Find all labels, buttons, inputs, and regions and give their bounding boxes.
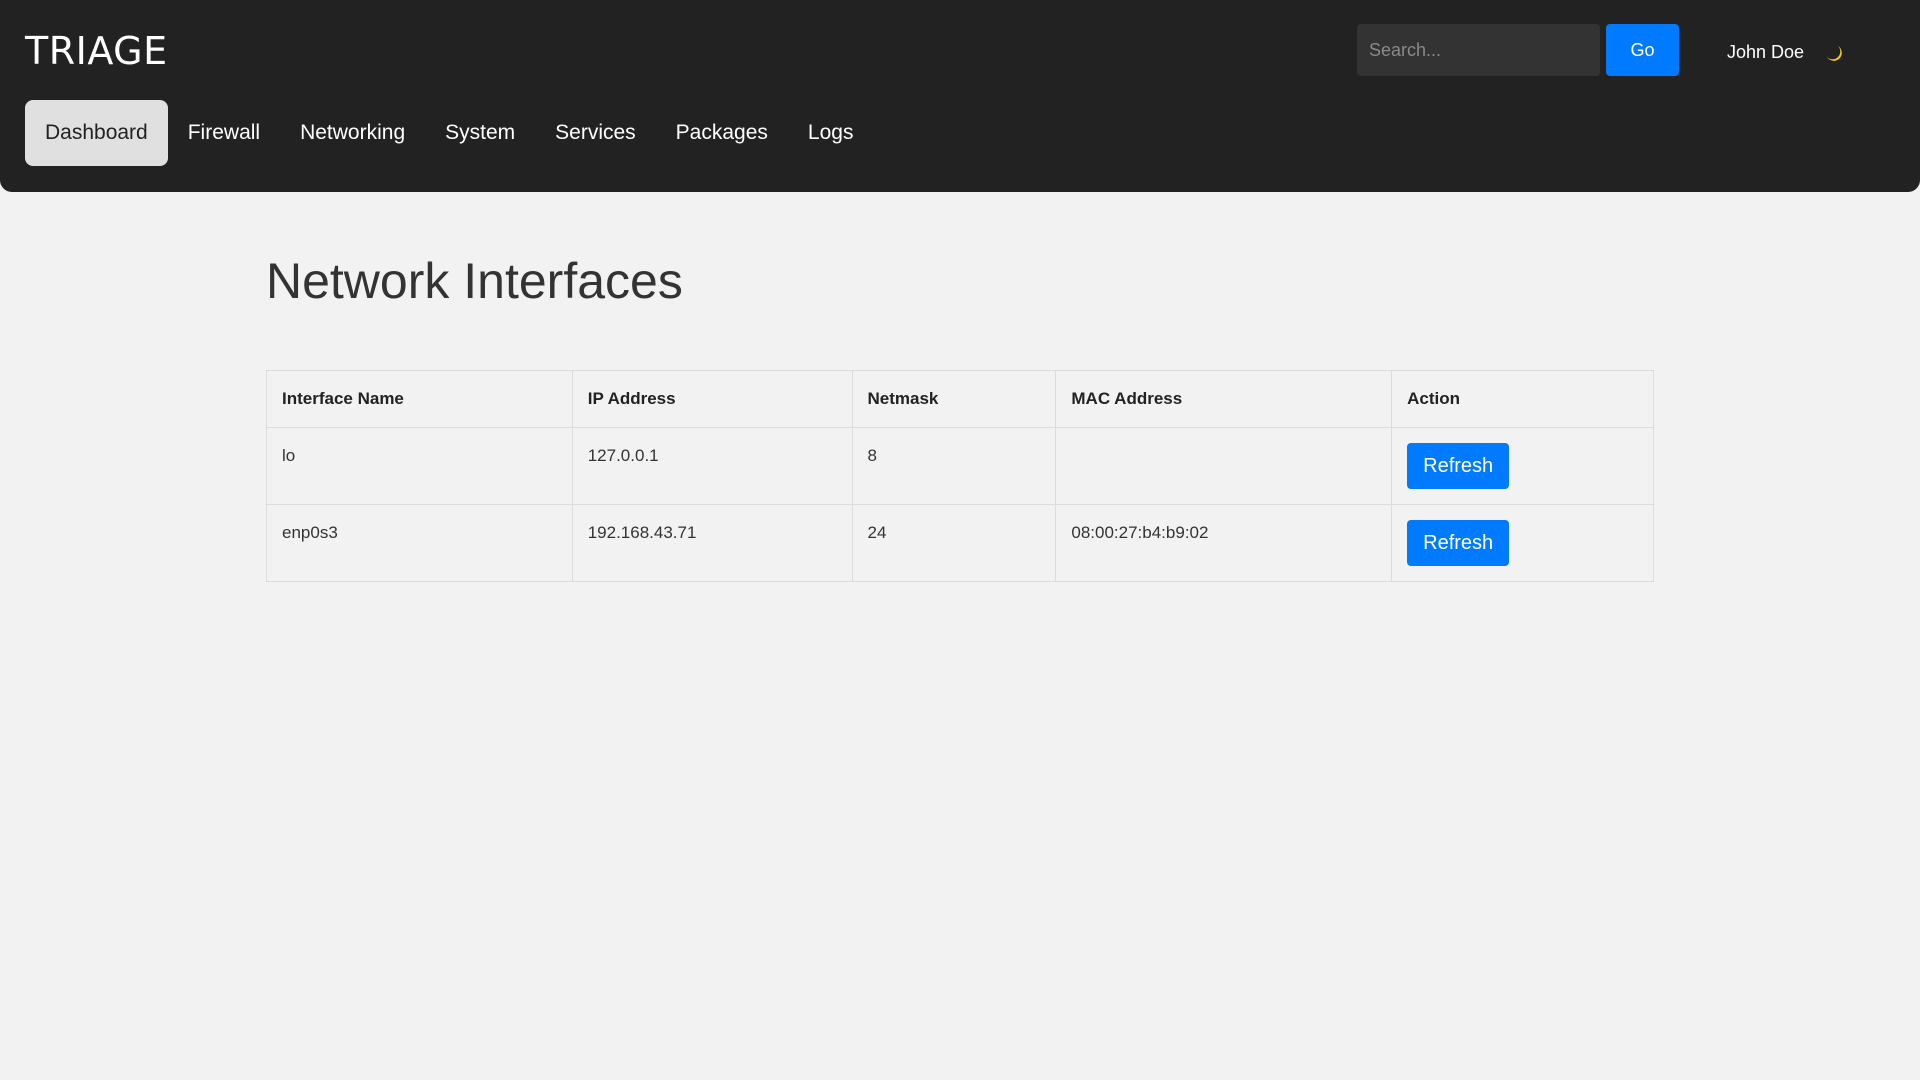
ip-address-cell: 192.168.43.71 [571,504,853,582]
page-title: Network Interfaces [266,253,683,309]
table-row: enp0s3 192.168.43.71 24 08:00:27:b4:b9:0… [266,504,1654,582]
nav-item-dashboard[interactable]: Dashboard [25,100,168,166]
nav-item-firewall[interactable]: Firewall [168,100,280,166]
top-navbar: TRIAGE Go John Doe Dashboard Firewall Ne… [0,0,1920,192]
main-content: Network Interfaces Interface Name IP Add… [266,240,1654,582]
nav-item-system[interactable]: System [425,100,535,166]
refresh-button[interactable]: Refresh [1407,443,1510,489]
nav-item-networking[interactable]: Networking [280,100,425,166]
nav-item-services[interactable]: Services [535,100,656,166]
interfaces-table: Interface Name IP Address Netmask MAC Ad… [266,370,1654,582]
action-cell: Refresh [1391,504,1654,582]
netmask-cell: 8 [851,427,1057,505]
interface-name-cell: lo [266,427,573,505]
column-header-mac-address: MAC Address [1055,370,1393,428]
mac-address-cell: 08:00:27:b4:b9:02 [1055,504,1393,582]
column-header-ip-address: IP Address [571,370,853,428]
nav-item-packages[interactable]: Packages [656,100,788,166]
search-form: Go [1357,24,1679,76]
interface-name-cell: enp0s3 [266,504,573,582]
moon-icon[interactable] [1824,43,1844,63]
main-nav: Dashboard Firewall Networking System Ser… [25,100,873,166]
netmask-cell: 24 [851,504,1057,582]
action-cell: Refresh [1391,427,1654,505]
column-header-netmask: Netmask [851,370,1057,428]
mac-address-cell [1055,427,1393,505]
nav-item-logs[interactable]: Logs [788,100,874,166]
table-header-row: Interface Name IP Address Netmask MAC Ad… [266,370,1654,428]
go-button[interactable]: Go [1606,24,1679,76]
user-menu: John Doe [1727,42,1844,63]
app-logo[interactable]: TRIAGE [25,24,168,78]
column-header-interface-name: Interface Name [266,370,573,428]
search-input[interactable] [1357,24,1600,76]
user-name[interactable]: John Doe [1727,42,1804,63]
column-header-action: Action [1391,370,1654,428]
refresh-button[interactable]: Refresh [1407,520,1510,566]
ip-address-cell: 127.0.0.1 [571,427,853,505]
table-row: lo 127.0.0.1 8 Refresh [266,427,1654,505]
